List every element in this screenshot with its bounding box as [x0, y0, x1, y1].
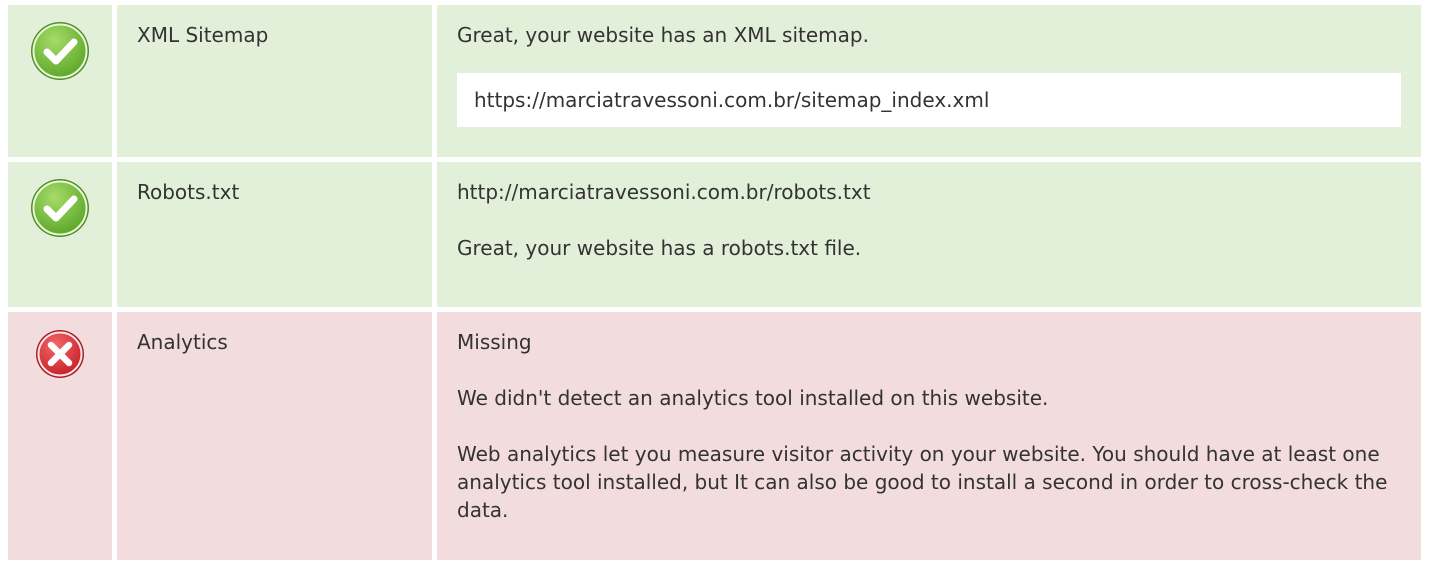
status-cell	[8, 162, 112, 307]
check-circle-icon	[29, 20, 91, 157]
check-message: Great, your website has a robots.txt fil…	[457, 236, 862, 260]
seo-results-table: XML Sitemap Great, your website has an X…	[8, 5, 1421, 565]
check-description: Web analytics let you measure visitor ac…	[457, 442, 1388, 522]
status-cell	[8, 312, 112, 560]
sitemap-url[interactable]: https://marciatravessoni.com.br/sitemap_…	[457, 73, 1401, 127]
check-message: We didn't detect an analytics tool insta…	[457, 386, 1049, 410]
result-row-xml-sitemap: XML Sitemap Great, your website has an X…	[8, 5, 1421, 157]
result-row-analytics: Analytics Missing We didn't detect an an…	[8, 312, 1421, 560]
check-label: XML Sitemap	[117, 5, 432, 157]
robots-url[interactable]: http://marciatravessoni.com.br/robots.tx…	[457, 178, 1401, 206]
check-details: http://marciatravessoni.com.br/robots.tx…	[437, 162, 1421, 307]
check-circle-icon	[29, 177, 91, 307]
x-circle-icon	[35, 329, 85, 560]
check-label: Robots.txt	[117, 162, 432, 307]
result-row-robots-txt: Robots.txt http://marciatravessoni.com.b…	[8, 162, 1421, 307]
check-details: Missing We didn't detect an analytics to…	[437, 312, 1421, 560]
check-value: Missing	[457, 330, 532, 354]
check-message: Great, your website has an XML sitemap.	[457, 23, 869, 47]
check-label: Analytics	[117, 312, 432, 560]
status-cell	[8, 5, 112, 157]
check-details: Great, your website has an XML sitemap. …	[437, 5, 1421, 157]
